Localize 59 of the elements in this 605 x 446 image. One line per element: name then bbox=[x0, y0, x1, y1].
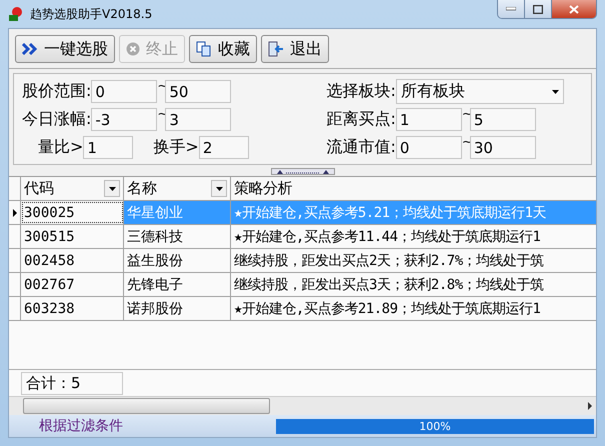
minimize-icon bbox=[506, 7, 516, 11]
sector-dropdown[interactable]: 所有板块 bbox=[396, 79, 564, 104]
total-count: 合计：5 bbox=[21, 372, 123, 394]
column-header[interactable]: 名称 bbox=[124, 177, 231, 200]
documents-icon bbox=[196, 41, 212, 57]
table-cell[interactable]: 诺邦股份 bbox=[124, 297, 231, 320]
maximize-icon bbox=[533, 4, 543, 14]
column-header[interactable]: 策略分析 bbox=[231, 177, 596, 200]
field-label: 选择板块: bbox=[326, 81, 396, 102]
input-field[interactable]: 1 bbox=[83, 136, 134, 159]
field-label: 今日涨幅: bbox=[22, 109, 92, 130]
input-field[interactable]: 0 bbox=[396, 136, 462, 159]
field-label: 股价范围: bbox=[22, 81, 92, 102]
status-message: 根据过滤条件 bbox=[39, 417, 123, 435]
window-title: 趋势选股助手V2018.5 bbox=[30, 6, 154, 22]
input-field[interactable]: 1 bbox=[396, 108, 462, 131]
table-cell[interactable]: 先锋电子 bbox=[124, 273, 231, 296]
caret-icon bbox=[552, 90, 559, 94]
close-icon bbox=[569, 4, 579, 14]
input-field[interactable]: 30 bbox=[470, 136, 536, 159]
table-cell[interactable]: 002767 bbox=[21, 273, 124, 296]
scroll-right-icon[interactable] bbox=[588, 402, 592, 410]
column-header[interactable]: 代码 bbox=[21, 177, 124, 200]
toolbar-button[interactable]: 一键选股 bbox=[15, 35, 115, 63]
table-cell[interactable]: 益生股份 bbox=[124, 249, 231, 272]
table-cell[interactable]: 603238 bbox=[21, 297, 124, 320]
field-label: 换手> bbox=[153, 137, 199, 158]
toolbar-button[interactable]: 退出 bbox=[261, 35, 329, 63]
door-arrow-icon bbox=[268, 41, 284, 57]
field-label: 量比> bbox=[38, 137, 84, 158]
app-icon bbox=[8, 6, 24, 22]
table-cell[interactable]: 继续持股，距发出买点3天；获利2.8%；均线处于筑 bbox=[231, 273, 596, 296]
input-field[interactable]: 5 bbox=[470, 108, 536, 131]
scrollbar-thumb[interactable] bbox=[23, 398, 270, 414]
field-label: 流通市值: bbox=[326, 137, 396, 158]
table-cell[interactable]: ★开始建仓,买点参考11.44；均线处于筑底期运行1 bbox=[231, 225, 596, 248]
table-cell[interactable]: 002458 bbox=[21, 249, 124, 272]
input-field[interactable]: 2 bbox=[198, 136, 249, 159]
splitter-handle[interactable] bbox=[270, 168, 334, 175]
filter-dropdown-icon[interactable] bbox=[104, 180, 120, 197]
input-field[interactable]: 3 bbox=[165, 108, 232, 131]
horizontal-scrollbar[interactable] bbox=[9, 396, 596, 415]
table-cell[interactable]: 三德科技 bbox=[124, 225, 231, 248]
input-field[interactable]: 0 bbox=[91, 80, 158, 103]
input-field[interactable]: -3 bbox=[91, 108, 158, 131]
x-circle-icon bbox=[126, 42, 140, 56]
toolbar-button[interactable]: 收藏 bbox=[189, 35, 257, 63]
table-cell[interactable]: 300515 bbox=[21, 225, 124, 248]
filter-dropdown-icon[interactable] bbox=[211, 180, 227, 197]
row-pointer-icon bbox=[12, 208, 16, 216]
field-label: 距离买点: bbox=[326, 109, 396, 130]
minimize-button[interactable] bbox=[498, 0, 525, 18]
input-field[interactable]: 50 bbox=[165, 80, 232, 103]
close-button[interactable] bbox=[552, 0, 596, 18]
table-cell[interactable]: 继续持股，距发出买点2天；获利2.7%；均线处于筑 bbox=[231, 249, 596, 272]
table-cell[interactable]: ★开始建仓,买点参考21.89；均线处于筑底期运行1 bbox=[231, 297, 596, 320]
progress-reading: 100% bbox=[418, 418, 452, 434]
double-chevron-icon bbox=[22, 43, 38, 55]
maximize-button[interactable] bbox=[525, 0, 552, 18]
